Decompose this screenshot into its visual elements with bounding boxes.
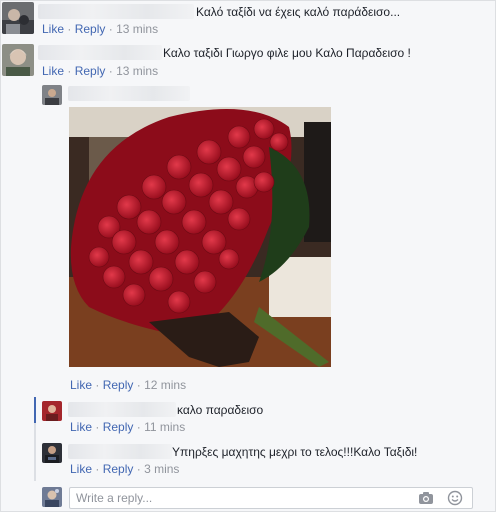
reply-link[interactable]: Reply bbox=[103, 378, 134, 392]
reply-thread-highlight bbox=[34, 397, 36, 423]
avatar[interactable] bbox=[42, 401, 62, 421]
reply-link[interactable]: Reply bbox=[103, 420, 134, 434]
reply-text: Υπηρξες μαχητης μεχρι το τελος!!!Καλο Τα… bbox=[172, 445, 418, 459]
avatar[interactable] bbox=[42, 85, 62, 105]
author-name-blurred bbox=[38, 45, 162, 60]
comment-actions: Like · Reply · 12 mins bbox=[70, 378, 186, 392]
current-user-avatar bbox=[42, 487, 62, 507]
separator: · bbox=[95, 462, 100, 476]
reply-text: καλο παραδεισο bbox=[177, 403, 264, 417]
author-name-blurred bbox=[38, 4, 194, 19]
like-link[interactable]: Like bbox=[42, 64, 64, 78]
like-link[interactable]: Like bbox=[70, 378, 92, 392]
separator: · bbox=[108, 22, 113, 36]
reply-box bbox=[69, 487, 473, 509]
comment-photo-roses[interactable] bbox=[69, 107, 331, 367]
separator: · bbox=[136, 420, 141, 434]
separator: · bbox=[136, 378, 141, 392]
reply-link[interactable]: Reply bbox=[75, 64, 106, 78]
timestamp: 3 mins bbox=[144, 462, 180, 476]
camera-icon[interactable] bbox=[418, 490, 434, 506]
reply-link[interactable]: Reply bbox=[103, 462, 134, 476]
avatar[interactable] bbox=[2, 44, 34, 76]
separator: · bbox=[67, 64, 72, 78]
avatar[interactable] bbox=[42, 443, 62, 463]
timestamp: 13 mins bbox=[116, 64, 159, 78]
comment-text: Καλό ταξίδι να έχεις καλό παράδεισο... bbox=[196, 5, 401, 19]
like-link[interactable]: Like bbox=[70, 420, 92, 434]
author-name-blurred bbox=[68, 402, 176, 417]
comment-actions: Like · Reply · 13 mins bbox=[42, 22, 158, 36]
author-name-blurred bbox=[68, 86, 190, 101]
separator: · bbox=[95, 378, 100, 392]
reply-input[interactable] bbox=[76, 490, 406, 505]
separator: · bbox=[108, 64, 113, 78]
avatar[interactable] bbox=[2, 2, 34, 34]
emoji-icon[interactable] bbox=[447, 490, 463, 506]
separator: · bbox=[136, 462, 141, 476]
like-link[interactable]: Like bbox=[70, 462, 92, 476]
separator: · bbox=[67, 22, 72, 36]
separator: · bbox=[95, 420, 100, 434]
comment-text: Καλο ταξιδι Γιωργο φιλε μου Καλο Παραδει… bbox=[163, 46, 411, 60]
timestamp: 13 mins bbox=[116, 22, 159, 36]
comment-actions: Like · Reply · 13 mins bbox=[42, 64, 158, 78]
timestamp: 12 mins bbox=[144, 378, 187, 392]
like-link[interactable]: Like bbox=[42, 22, 64, 36]
reply-link[interactable]: Reply bbox=[75, 22, 106, 36]
reply-actions: Like · Reply · 11 mins bbox=[70, 420, 185, 434]
author-name-blurred bbox=[68, 444, 172, 459]
timestamp: 11 mins bbox=[144, 420, 186, 434]
reply-actions: Like · Reply · 3 mins bbox=[70, 462, 179, 476]
